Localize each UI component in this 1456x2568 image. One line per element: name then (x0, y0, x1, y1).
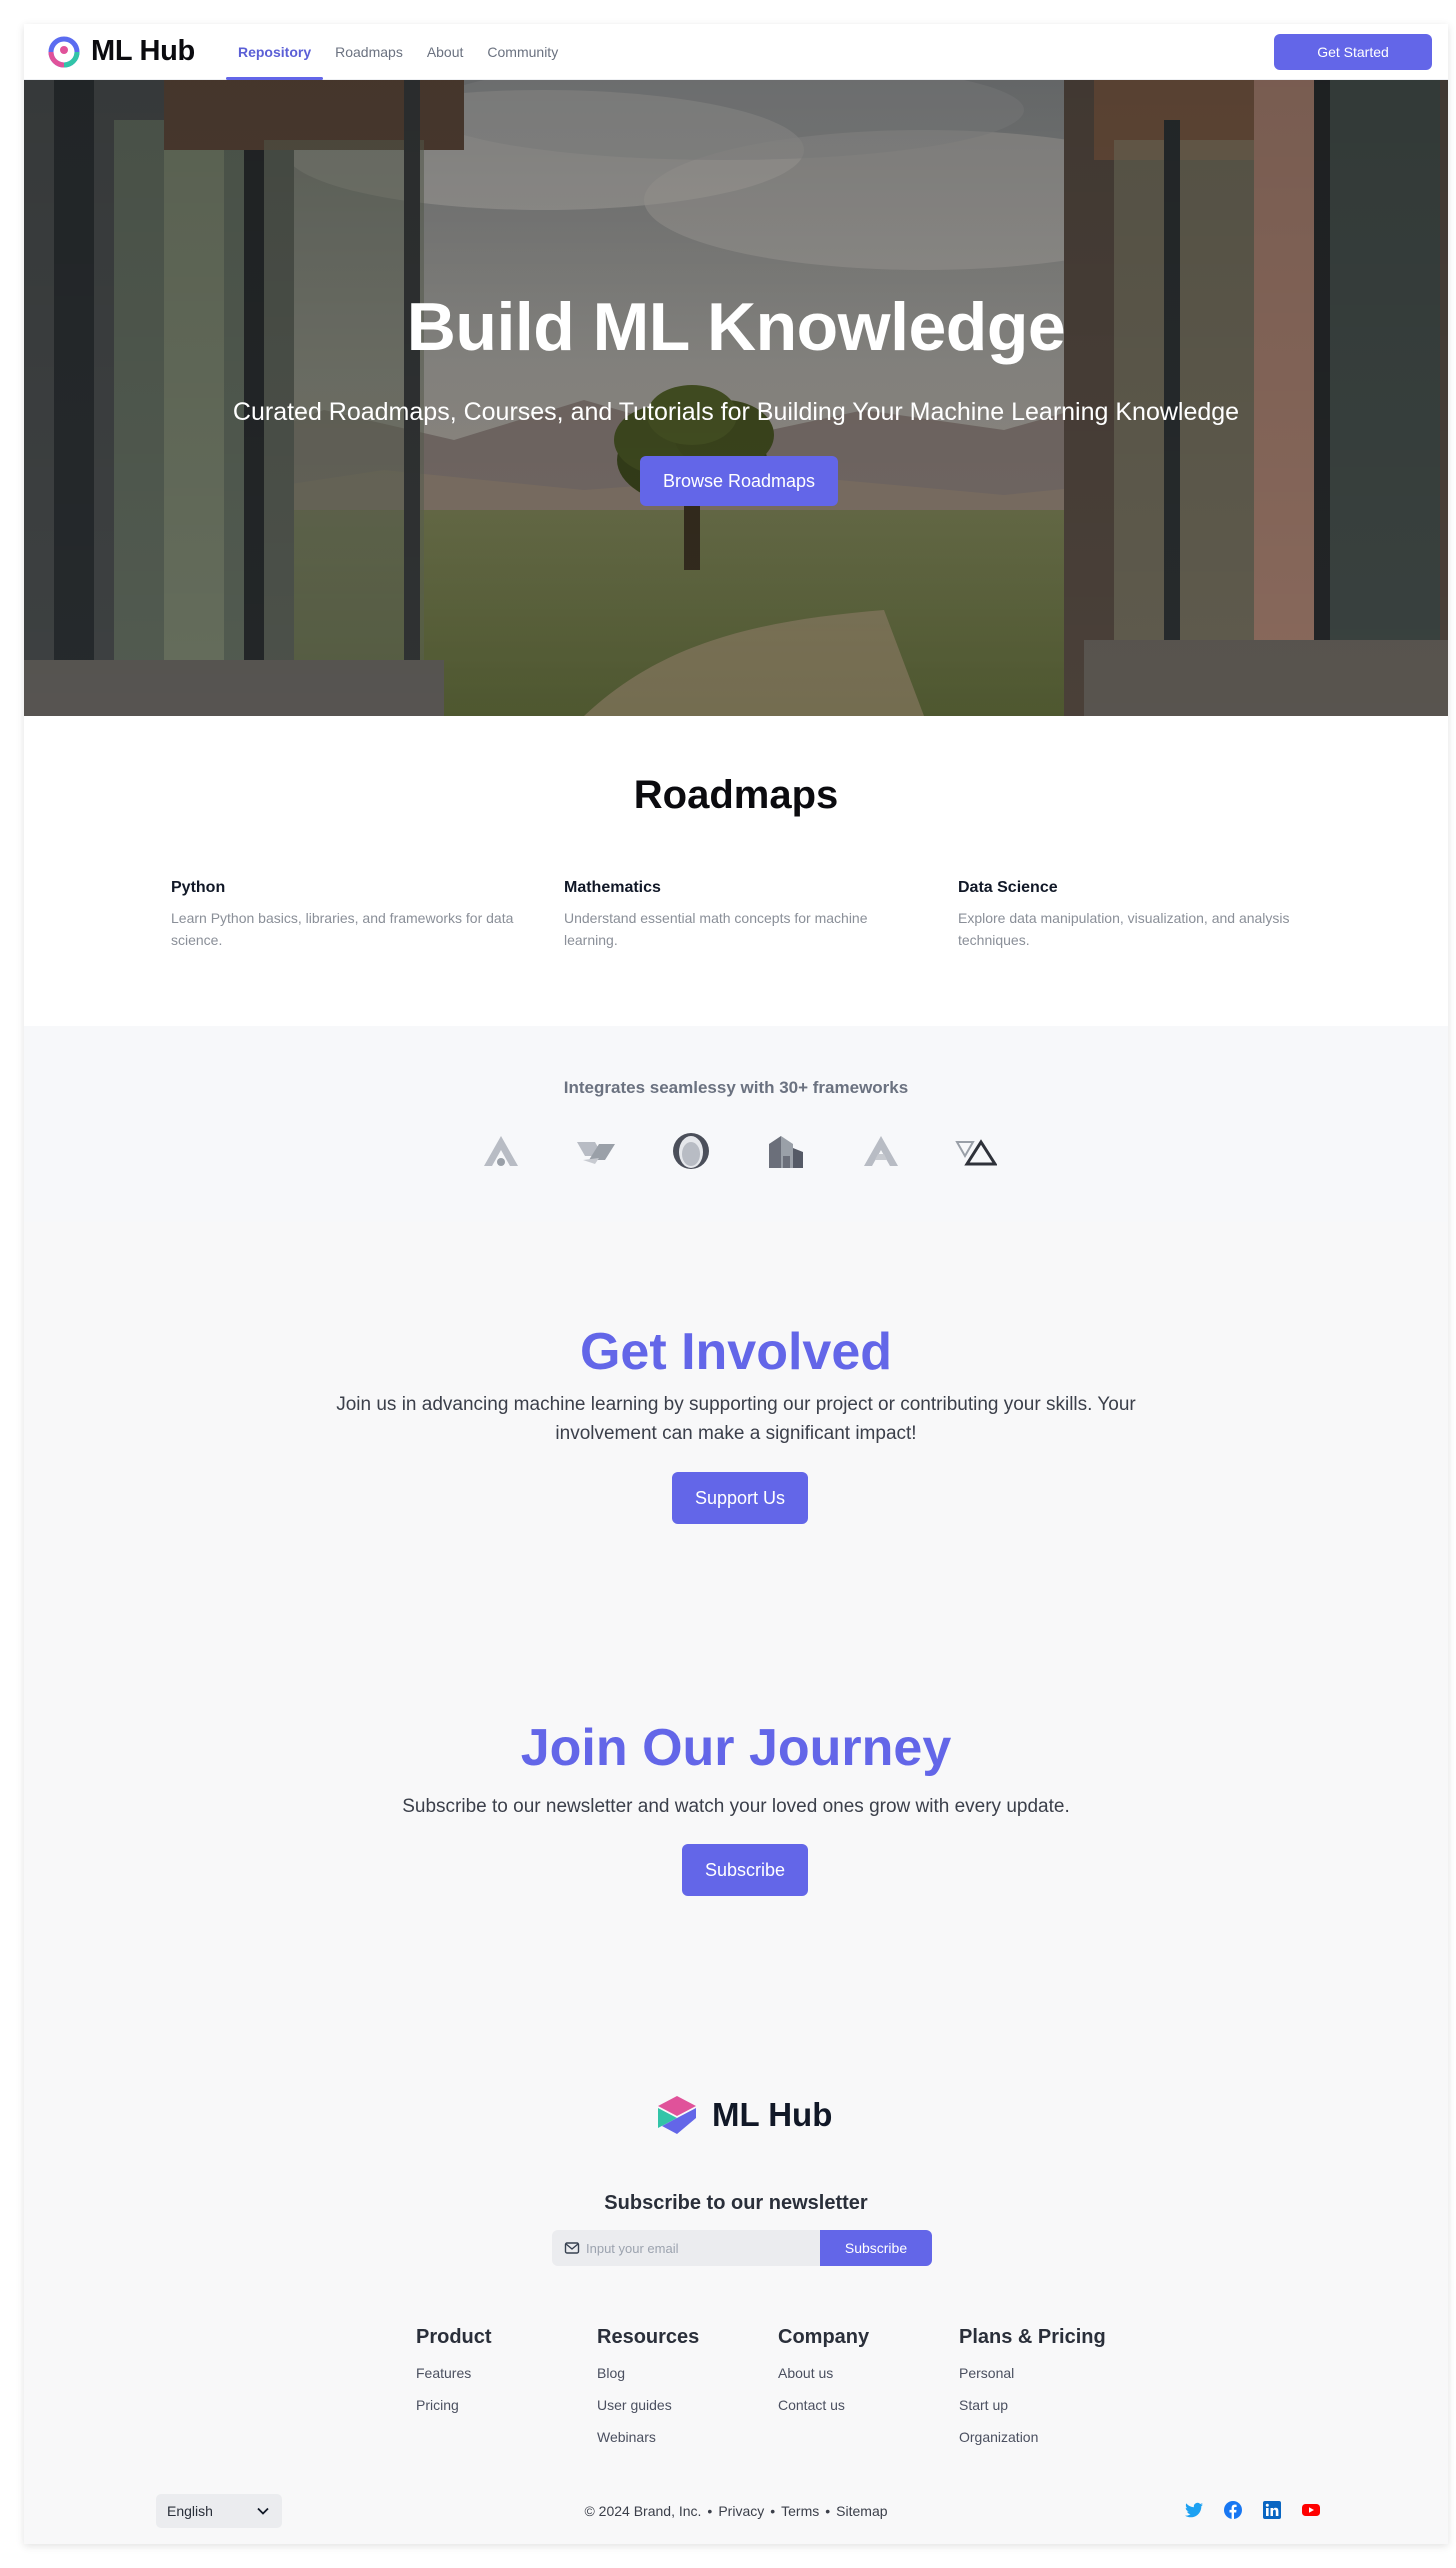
top-nav: ML Hub Repository Roadmaps About Communi… (24, 24, 1448, 80)
footer-column-title: Resources (597, 2326, 700, 2348)
hero-title: Build ML Knowledge (406, 289, 1066, 365)
nav-link-roadmaps[interactable]: Roadmaps (323, 24, 415, 80)
framework-logo-triangles-icon (955, 1139, 997, 1166)
join-journey-title: Join Our Journey (520, 1719, 952, 1777)
footer-column-company: Company About us Contact us (778, 2326, 869, 2413)
footer-brand-name: ML Hub (712, 2096, 833, 2133)
roadmap-card-title: Data Science (958, 879, 1058, 896)
sitemap-link[interactable]: Sitemap (836, 2503, 887, 2519)
footer-link[interactable]: Contact us (778, 2397, 869, 2413)
email-input[interactable]: Input your email (552, 2230, 820, 2266)
separator-dot: • (707, 2503, 713, 2519)
twitter-icon[interactable] (1184, 2500, 1204, 2520)
brand-name: ML Hub (91, 35, 195, 67)
footer-brand-logo-icon (658, 2096, 696, 2134)
footer-link[interactable]: User guides (597, 2397, 699, 2413)
social-links (1184, 2500, 1340, 2520)
frameworks-section: Integrates seamlessy with 30+ frameworks (24, 1026, 1448, 1222)
footer-link[interactable]: Personal (959, 2365, 1106, 2381)
footer-column-resources: Resources Blog User guides Webinars (597, 2326, 699, 2445)
footer-link[interactable]: Webinars (597, 2429, 699, 2445)
footer-link[interactable]: Organization (959, 2429, 1106, 2445)
brand-logo-icon (48, 36, 80, 67)
footer-column-plans-pricing: Plans & Pricing Personal Start up Organi… (959, 2326, 1106, 2445)
nav-link-community[interactable]: Community (475, 24, 570, 80)
frameworks-logos (480, 1130, 997, 1174)
roadmap-card-mathematics[interactable]: Mathematics Understand essential math co… (564, 879, 914, 951)
separator-dot: • (770, 2503, 776, 2519)
copyright: © 2024 Brand, Inc. (584, 2503, 702, 2519)
framework-logo-buildings-icon (769, 1136, 803, 1168)
framework-logo-a-icon (864, 1136, 898, 1166)
nav-links: Repository Roadmaps About Community (225, 24, 570, 80)
footer-link[interactable]: Start up (959, 2397, 1106, 2413)
roadmap-card-description: Learn Python basics, libraries, and fram… (171, 910, 514, 948)
page: ML Hub Repository Roadmaps About Communi… (24, 24, 1448, 2544)
footer-column-product: Product Features Pricing (416, 2326, 492, 2413)
framework-logo-ring-icon (673, 1133, 709, 1169)
footer-link[interactable]: Blog (597, 2365, 699, 2381)
mail-icon (564, 2242, 580, 2254)
email-placeholder: Input your email (586, 2240, 679, 2256)
footer-link[interactable]: Pricing (416, 2397, 492, 2413)
brand[interactable]: ML Hub (48, 35, 195, 68)
terms-link[interactable]: Terms (781, 2503, 819, 2519)
newsletter-title: Subscribe to our newsletter (604, 2192, 868, 2214)
footer-link[interactable]: About us (778, 2365, 869, 2381)
roadmap-card-title: Mathematics (564, 879, 661, 896)
roadmap-card-data-science[interactable]: Data Science Explore data manipulation, … (958, 879, 1308, 951)
get-involved-title: Get Involved (579, 1323, 893, 1381)
hero: Build ML Knowledge Curated Roadmaps, Cou… (24, 80, 1448, 716)
roadmaps-title: Roadmaps (633, 773, 839, 817)
roadmap-card-description: Explore data manipulation, visualization… (958, 910, 1290, 948)
footer-brand[interactable]: ML Hub (656, 2094, 832, 2136)
footer-link[interactable]: Features (416, 2365, 492, 2381)
nav-link-repository[interactable]: Repository (225, 24, 324, 80)
frameworks-title: Integrates seamlessy with 30+ frameworks (563, 1078, 909, 1097)
hero-subtitle: Curated Roadmaps, Courses, and Tutorials… (232, 398, 1240, 426)
separator-dot: • (825, 2503, 831, 2519)
newsletter-subscribe-button[interactable]: Subscribe (820, 2230, 932, 2266)
framework-logo-stripes-icon (577, 1142, 615, 1164)
support-us-button[interactable]: Support Us (672, 1472, 808, 1524)
footer-column-title: Company (778, 2326, 870, 2348)
newsletter-form: Input your email Subscribe (552, 2230, 932, 2266)
linkedin-icon[interactable] (1262, 2500, 1282, 2520)
roadmap-card-description: Understand essential math concepts for m… (564, 910, 868, 948)
privacy-link[interactable]: Privacy (718, 2503, 764, 2519)
nav-link-about[interactable]: About (415, 24, 476, 80)
browse-roadmaps-button[interactable]: Browse Roadmaps (640, 456, 838, 506)
roadmap-card-python[interactable]: Python Learn Python basics, libraries, a… (171, 879, 521, 951)
subscribe-button[interactable]: Subscribe (682, 1844, 808, 1896)
footer-column-title: Product (416, 2326, 492, 2348)
framework-logo-a-icon (484, 1136, 518, 1166)
footer-column-title: Plans & Pricing (959, 2326, 1106, 2348)
get-started-button[interactable]: Get Started (1274, 34, 1432, 70)
roadmaps-section: Roadmaps Python Learn Python basics, lib… (24, 716, 1448, 1026)
roadmap-card-title: Python (171, 879, 226, 896)
youtube-icon[interactable] (1301, 2500, 1321, 2520)
join-journey-text: Subscribe to our newsletter and watch yo… (402, 1796, 1070, 1817)
get-involved-text: Join us in advancing machine learning by… (336, 1394, 1136, 1444)
facebook-icon[interactable] (1223, 2500, 1243, 2520)
